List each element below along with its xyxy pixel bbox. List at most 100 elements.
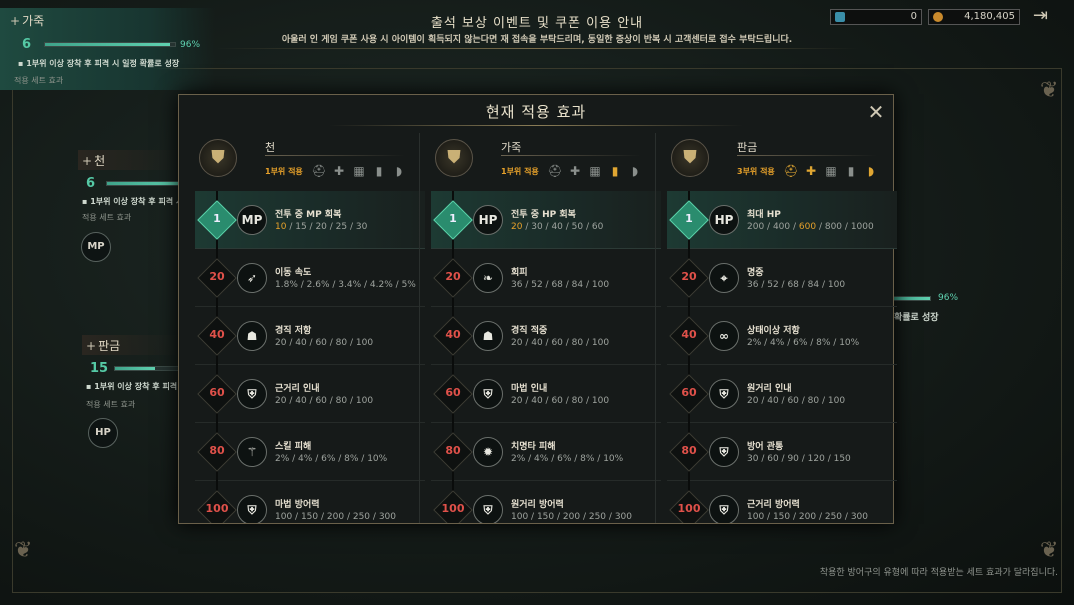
gem-currency: 0 (830, 9, 922, 25)
speed-icon: ➶ (237, 263, 267, 293)
modal-title: 현재 적용 효과 (485, 103, 587, 121)
effect-values: 100 / 150 / 200 / 250 / 300 (747, 512, 868, 522)
effect-value: 30 (747, 454, 759, 464)
effect-value: 20 (511, 396, 523, 406)
cloth-summary-card[interactable]: + 천 6 ▪ 1부위 이상 장착 후 피격 시 적용 세트 효과 (78, 150, 188, 222)
skill-icon: ⚚ (237, 437, 267, 467)
effect-name: 전투 중 MP 회복 (275, 210, 342, 220)
effect-values: 20 / 40 / 60 / 80 / 100 (275, 396, 374, 406)
effect-row: 60 ⛨ 근거리 인내 20 / 40 / 60 / 80 / 100 (195, 365, 425, 423)
plate-count: 15 (90, 361, 109, 376)
mp-badge: MP (81, 232, 111, 262)
effect-value: 100 (591, 396, 610, 406)
effect-value: 2.6% (306, 280, 330, 290)
effect-level: 80 (681, 444, 697, 457)
effect-value: 6% (557, 454, 572, 464)
set-name: 판금 (737, 141, 758, 154)
effect-value: 80 (335, 396, 348, 406)
effect-value: 400 (772, 222, 791, 232)
effect-row: 100 ⛨ 원거리 방어력 100 / 150 / 200 / 250 / 30… (431, 481, 661, 523)
shield-icon: ⛨ (473, 379, 503, 409)
effect-level: 80 (445, 444, 461, 457)
effect-value: 10% (839, 338, 860, 348)
effect-value: 8% (344, 454, 359, 464)
effect-value: 300 (850, 512, 868, 522)
effect-value: 6% (321, 454, 336, 464)
effect-value: 200 (562, 512, 581, 522)
effect-value: 60 (551, 338, 563, 348)
effect-list[interactable]: 1 HP 최대 HP 200 / 400 / 600 / 800 / 1000 … (667, 191, 897, 523)
expand-icon: + (86, 339, 97, 353)
shield-icon: ⛨ (473, 495, 503, 523)
effect-value: 100 (275, 512, 293, 522)
close-icon[interactable]: ✕ (867, 102, 885, 122)
effect-value: 50 (571, 222, 584, 232)
leather-set-label: 적용 세트 효과 (14, 76, 64, 85)
effect-row: 80 ✹ 치명타 피해 2% / 4% / 6% / 8% / 10% (431, 423, 661, 481)
equipment-slot-icon: ▮ (611, 164, 619, 178)
gem-amount: 0 (910, 11, 917, 22)
hit-icon: ☗ (473, 321, 503, 351)
set-apply-count: 1부위 적용 (265, 167, 303, 176)
effect-level: 40 (445, 328, 461, 341)
set-apply-count: 1부위 적용 (501, 167, 539, 176)
equipment-slot-icon: ▦ (825, 164, 837, 178)
effect-value: 150 (772, 512, 791, 522)
effect-value: 100 (827, 396, 846, 406)
shield-icon: ⛨ (709, 437, 739, 467)
effect-values: 2% / 4% / 6% / 8% / 10% (275, 454, 388, 464)
effect-level: 20 (681, 270, 697, 283)
leather-note: ▪ 1부위 이상 장착 후 피격 시 일정 확률로 성장 (18, 59, 180, 68)
title-divider (329, 125, 743, 126)
effect-value: 5% (401, 280, 416, 290)
equipment-slots: ⛑ ✚ ▦ ▮ ◗ (547, 163, 643, 179)
effect-row: 1 MP 전투 중 MP 회복 10 / 15 / 20 / 25 / 30 (195, 191, 425, 249)
effect-list[interactable]: 1 HP 전투 중 HP 회복 20 / 30 / 40 / 50 / 60 2… (431, 191, 661, 523)
leather-summary-card[interactable]: + 가죽 6 96% ▪ 1부위 이상 장착 후 피격 시 일정 확률로 성장 적… (0, 8, 215, 90)
set-column: ⛊ 천 1부위 적용 ⛑ ✚ ▦ ▮ ◗ 1 MP 전투 중 MP 회복 10 / 15 … (187, 133, 425, 523)
effect-value: 52 (531, 280, 543, 290)
effect-value: 40 (551, 222, 563, 232)
effect-values: 20 / 40 / 60 / 80 / 100 (275, 338, 374, 348)
equipment-slots: ⛑ ✚ ▦ ▮ ◗ (783, 163, 879, 179)
armor-chest-icon: ⛊ (435, 139, 473, 177)
corner-ornament-icon: ❦ (1040, 538, 1059, 563)
header-divider (215, 48, 859, 49)
set-column-header: ⛊ 가죽 1부위 적용 ⛑ ✚ ▦ ▮ ◗ (423, 133, 653, 189)
resist-icon: ☗ (237, 321, 267, 351)
right-progress-bar (893, 296, 931, 301)
effect-name: 마법 인내 (511, 384, 548, 394)
effect-value: 150 (833, 454, 851, 464)
effect-value: 40 (295, 338, 307, 348)
effect-value: 36 (747, 280, 759, 290)
effect-values: 20 / 40 / 60 / 80 / 100 (747, 396, 846, 406)
set-column-header: ⛊ 천 1부위 적용 ⛑ ✚ ▦ ▮ ◗ (187, 133, 417, 189)
equipment-slot-icon: ◗ (631, 164, 639, 178)
effect-value: 30 (355, 222, 368, 232)
effect-value: 150 (300, 512, 319, 522)
set-name: 천 (265, 141, 276, 154)
effect-value: 120 (807, 454, 825, 464)
effect-value: 250 (588, 512, 607, 522)
effect-level: 100 (205, 502, 229, 515)
effect-value: 25 (335, 222, 348, 232)
effect-value: 60 (591, 222, 604, 232)
effect-value: 36 (511, 280, 523, 290)
effect-list[interactable]: 1 MP 전투 중 MP 회복 10 / 15 / 20 / 25 / 30 2… (195, 191, 425, 523)
equipment-slot-icon: ◗ (867, 164, 875, 178)
effect-name: 치명타 피해 (511, 442, 556, 452)
effect-value: 2% (275, 454, 290, 464)
effect-values: 20 / 40 / 60 / 80 / 100 (511, 338, 610, 348)
effect-value: 68 (551, 280, 563, 290)
plate-progress-bar (114, 366, 182, 371)
effect-name: 원거리 인내 (747, 384, 792, 394)
set-name-divider (265, 155, 405, 156)
plate-summary-card[interactable]: + 판금 15 ▪ 1부위 이상 장착 후 피격 시 적용 세트 효과 (82, 335, 187, 409)
exit-icon[interactable]: ⇥ (1033, 7, 1053, 27)
effect-value: 80 (571, 396, 584, 406)
effect-value: 30 (531, 222, 543, 232)
effect-value: 100 (747, 512, 765, 522)
effect-value: 8% (580, 454, 595, 464)
set-name-divider (501, 155, 641, 156)
effect-value: 10% (603, 454, 624, 464)
